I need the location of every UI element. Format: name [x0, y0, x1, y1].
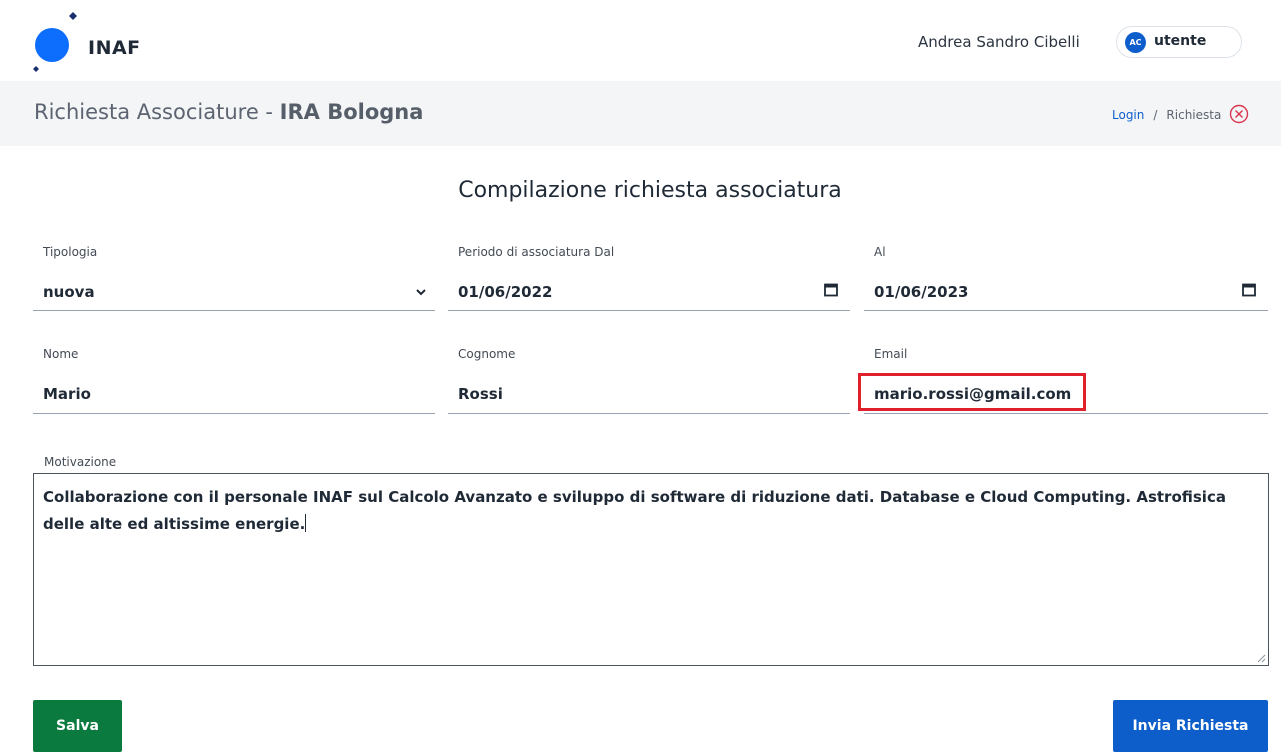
periodo-dal-label: Periodo di associatura Dal [458, 245, 615, 259]
logo-text: INAF [88, 37, 141, 59]
cognome-field[interactable]: Cognome Rossi [448, 347, 850, 414]
user-role: utente [1154, 33, 1207, 49]
page-header: Richiesta Associature - IRA Bologna Logi… [0, 81, 1281, 146]
email-label: Email [874, 347, 908, 361]
breadcrumb-login-link[interactable]: Login [1112, 108, 1144, 122]
text-cursor [305, 514, 307, 532]
save-button[interactable]: Salva [33, 700, 122, 752]
page-title-prefix: Richiesta Associature - [34, 100, 280, 124]
nome-label: Nome [43, 347, 79, 361]
inaf-logo[interactable]: INAF [30, 10, 140, 72]
user-name: Andrea Sandro Cibelli [918, 33, 1080, 51]
inaf-logo-icon [33, 12, 77, 72]
breadcrumb-current: Richiesta [1166, 108, 1222, 122]
user-menu-button[interactable]: AC utente [1116, 26, 1242, 58]
periodo-al-value: 01/06/2023 [874, 283, 969, 301]
tipologia-value: nuova [43, 283, 95, 301]
top-header: INAF Andrea Sandro Cibelli AC utente [0, 0, 1281, 80]
motivazione-value: Collaborazione con il personale INAF sul… [43, 488, 1226, 533]
submit-request-button[interactable]: Invia Richiesta [1113, 700, 1268, 752]
page-title: Richiesta Associature - IRA Bologna [34, 100, 423, 124]
calendar-icon[interactable] [1242, 283, 1256, 297]
calendar-icon[interactable] [824, 283, 838, 297]
periodo-dal-value: 01/06/2022 [458, 283, 553, 301]
cognome-value: Rossi [458, 385, 503, 403]
breadcrumb-separator: / [1153, 108, 1158, 122]
tipologia-label: Tipologia [43, 245, 98, 259]
motivazione-textarea[interactable]: Collaborazione con il personale INAF sul… [33, 473, 1269, 666]
periodo-al-label: Al [874, 245, 886, 259]
periodo-dal-field[interactable]: Periodo di associatura Dal 01/06/2022 [448, 245, 850, 311]
chevron-down-icon [416, 289, 426, 296]
resize-handle-icon[interactable] [1256, 653, 1266, 663]
email-highlight-box [858, 373, 1086, 411]
motivazione-label: Motivazione [44, 455, 117, 469]
avatar: AC [1125, 32, 1146, 53]
cognome-label: Cognome [458, 347, 516, 361]
nome-value: Mario [43, 385, 91, 403]
nome-field[interactable]: Nome Mario [33, 347, 435, 414]
close-circle-icon[interactable] [1229, 104, 1249, 124]
page-title-institute: IRA Bologna [279, 100, 424, 124]
periodo-al-field[interactable]: Al 01/06/2023 [864, 245, 1268, 311]
form-heading: Compilazione richiesta associatura [458, 178, 842, 203]
tipologia-select[interactable]: Tipologia nuova [33, 245, 435, 311]
motivazione-text: Collaborazione con il personale INAF sul… [43, 484, 1258, 538]
breadcrumb: Login / Richiesta [1112, 108, 1221, 122]
